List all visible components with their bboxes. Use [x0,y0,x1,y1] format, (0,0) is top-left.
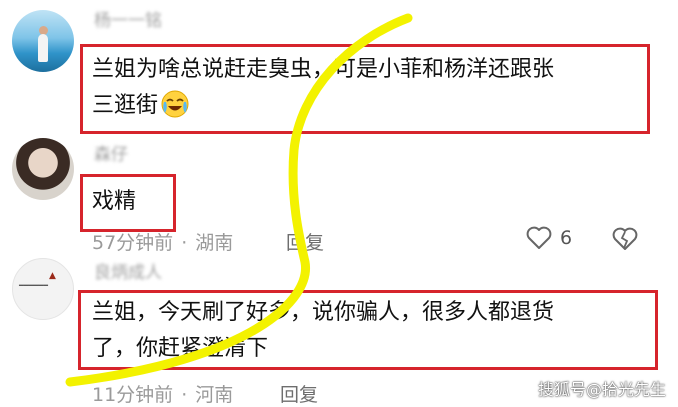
watermark: 搜狐号@拾光先生 [538,380,667,399]
annotation-stroke [65,13,413,387]
